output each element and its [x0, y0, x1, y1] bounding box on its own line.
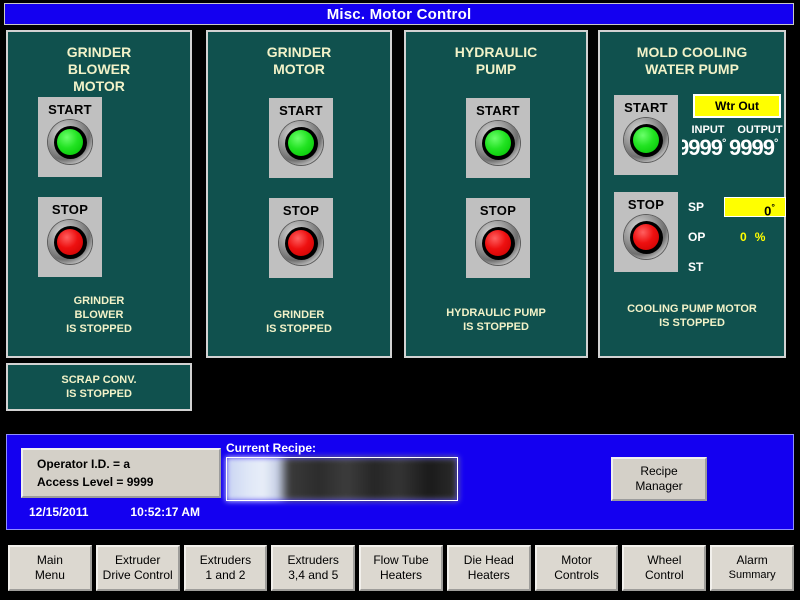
stop-button-label: STOP [479, 203, 517, 218]
nav-button-die-head-heaters[interactable]: Die Head Heaters [446, 545, 531, 591]
start-button-grinder-blower-motor[interactable]: START [38, 97, 102, 177]
operator-info-panel: Operator I.D. = a Access Level = 9999 [21, 448, 221, 498]
start-button-mold-cooling-water-pump[interactable]: START [614, 95, 678, 175]
stop-button-mold-cooling-water-pump[interactable]: STOP [614, 192, 678, 272]
stop-button-hydraulic-pump[interactable]: STOP [466, 198, 530, 278]
panel-status-text: COOLING PUMP MOTOR IS STOPPED [627, 303, 757, 329]
input-value: 9999° [682, 135, 726, 160]
panel-title: GRINDER MOTOR [266, 44, 332, 77]
access-level-text: Access Level = 9999 [37, 475, 154, 489]
operator-id-text: Operator I.D. = a [37, 457, 131, 471]
panel-title: GRINDER BLOWER MOTOR [66, 44, 132, 94]
output-percent-value: 0% [740, 230, 766, 244]
nav-button-main-menu[interactable]: Main Menu [8, 545, 92, 591]
state-label: ST [688, 260, 704, 274]
water-out-button[interactable]: Wtr Out [693, 94, 781, 118]
panel-scrap-conveyor: SCRAP CONV. IS STOPPED [6, 363, 192, 411]
start-indicator-lamp[interactable] [476, 121, 520, 165]
nav-button-motor-controls[interactable]: Motor Controls [534, 545, 619, 591]
scrap-conveyor-status: SCRAP CONV. IS STOPPED [61, 374, 137, 400]
start-button-label: START [279, 103, 323, 118]
current-recipe-label: Current Recipe: [226, 441, 317, 455]
nav-button-flow-tube-heaters[interactable]: Flow Tube Heaters [359, 545, 443, 591]
start-indicator-lamp[interactable] [48, 120, 92, 164]
start-button-hydraulic-pump[interactable]: START [466, 98, 530, 178]
stop-button-grinder-motor[interactable]: STOP [269, 198, 333, 278]
date-text: 12/15/2011 [29, 505, 89, 519]
output-percent-label: OP [688, 230, 706, 244]
nav-button-extruders-3-4-and-5[interactable]: Extruders 3,4 and 5 [271, 545, 356, 591]
setpoint-value-field[interactable]: 0° [724, 197, 786, 218]
panel-mold-cooling-water-pump: MOLD COOLING WATER PUMP START STOP Wtr O… [598, 30, 786, 358]
nav-button-extruder-drive-control[interactable]: Extruder Drive Control [95, 545, 180, 591]
stop-button-label: STOP [282, 203, 320, 218]
stop-button-grinder-blower-motor[interactable]: STOP [38, 197, 102, 277]
bottom-navigation-bar: Main Menu Extruder Drive Control Extrude… [0, 540, 800, 600]
setpoint-label: SP [688, 200, 705, 214]
time-text: 10:52:17 AM [130, 505, 200, 519]
window-title-bar: Misc. Motor Control [4, 3, 794, 25]
nav-button-wheel-control[interactable]: Wheel Control [622, 545, 707, 591]
panel-title: MOLD COOLING WATER PUMP [636, 44, 748, 77]
stop-indicator-lamp[interactable] [48, 220, 92, 264]
operator-info-bar: Operator I.D. = a Access Level = 9999 12… [6, 434, 794, 530]
input-output-readout: INPUT OUTPUT 9999° 9999° [682, 124, 786, 161]
stop-button-label: STOP [51, 202, 89, 217]
datetime-row: 12/15/2011 10:52:17 AM [29, 505, 200, 519]
panel-grinder-motor: GRINDER MOTOR START STOP GRINDER IS STOP… [206, 30, 392, 358]
start-indicator-lamp[interactable] [279, 121, 323, 165]
page-title: Misc. Motor Control [326, 5, 472, 23]
panel-title: HYDRAULIC PUMP [454, 44, 538, 77]
output-value: 9999° [729, 135, 778, 160]
stop-button-label: STOP [627, 197, 665, 212]
panel-grinder-blower-motor: GRINDER BLOWER MOTOR START STOP GRINDER … [6, 30, 192, 358]
panel-status-text: GRINDER BLOWER IS STOPPED [66, 295, 132, 335]
stop-indicator-lamp[interactable] [476, 221, 520, 265]
start-button-label: START [48, 102, 92, 117]
panel-status-text: GRINDER IS STOPPED [266, 309, 332, 335]
start-button-label: START [476, 103, 520, 118]
nav-button-extruders-1-and-2[interactable]: Extruders 1 and 2 [183, 545, 268, 591]
stop-indicator-lamp[interactable] [624, 215, 668, 259]
panel-status-text: HYDRAULIC PUMP IS STOPPED [446, 307, 546, 333]
start-button-grinder-motor[interactable]: START [269, 98, 333, 178]
panel-hydraulic-pump: HYDRAULIC PUMP START STOP HYDRAULIC PUMP… [404, 30, 588, 358]
stop-indicator-lamp[interactable] [279, 221, 323, 265]
nav-button-alarm-summary[interactable]: Alarm Summary [710, 545, 795, 591]
recipe-manager-button[interactable]: Recipe Manager [611, 457, 707, 501]
current-recipe-field-border [226, 457, 458, 501]
start-indicator-lamp[interactable] [624, 118, 668, 162]
start-button-label: START [624, 100, 668, 115]
